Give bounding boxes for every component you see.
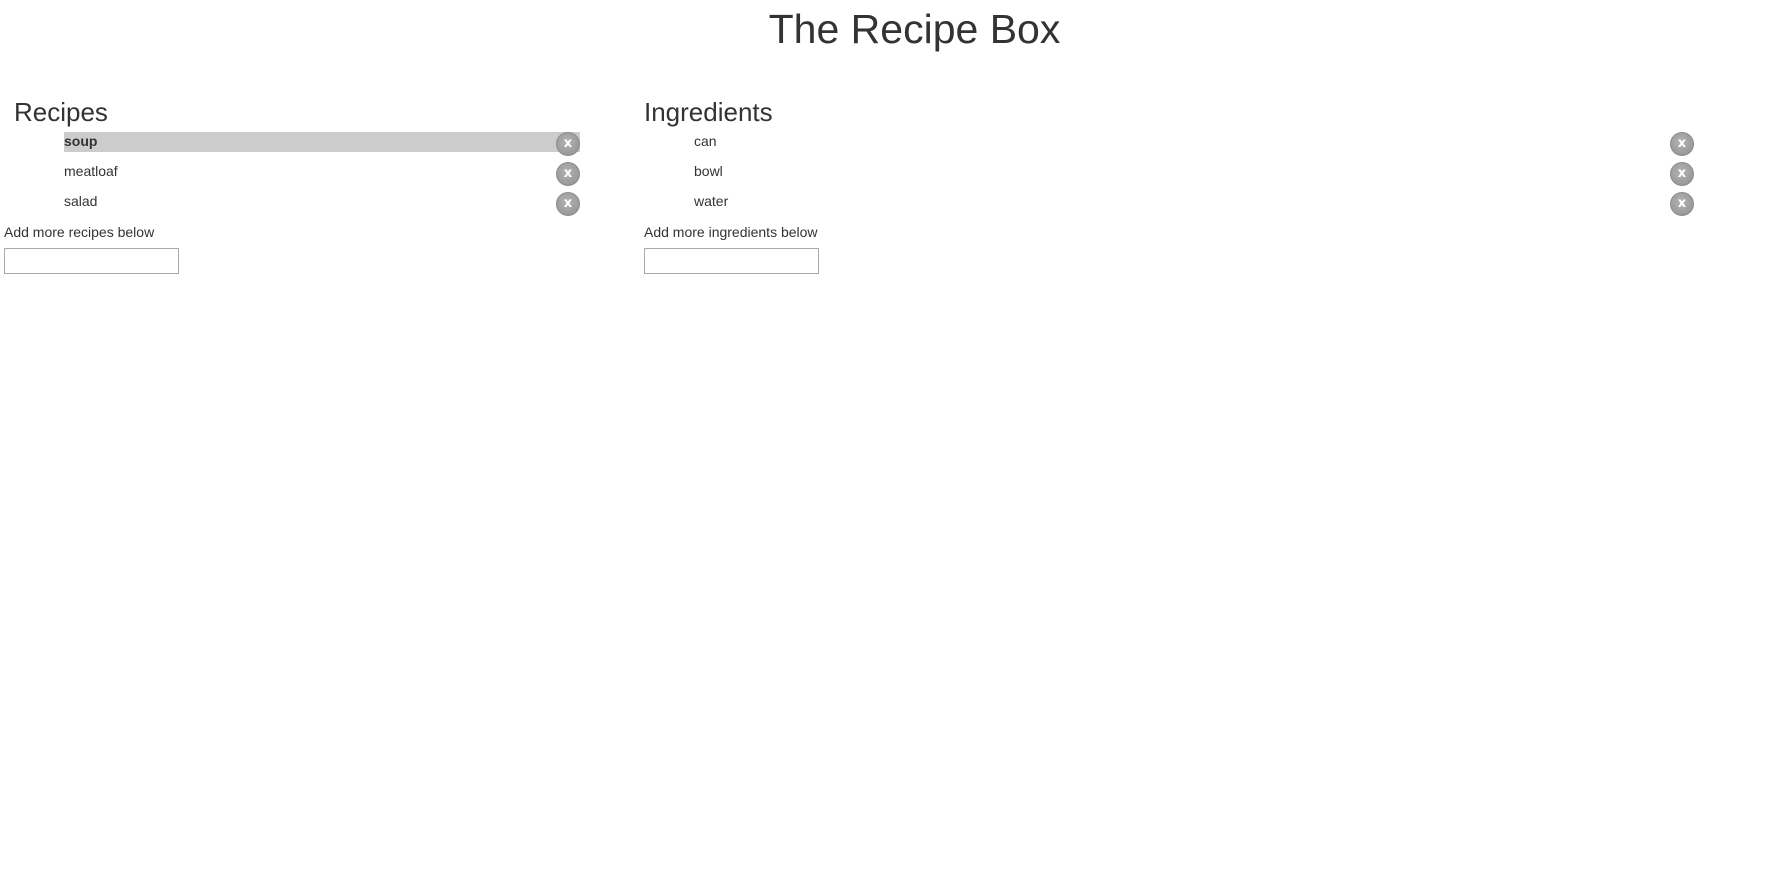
ingredient-item-water[interactable]: water x <box>644 190 1694 220</box>
remove-recipe-button[interactable]: x <box>556 132 580 156</box>
recipe-list: soup x meatloaf x salad x <box>0 130 580 220</box>
remove-ingredient-button[interactable]: x <box>1670 132 1694 156</box>
add-recipe-input[interactable] <box>4 248 179 274</box>
ingredient-item-can[interactable]: can x <box>644 130 1694 160</box>
ingredient-list: can x bowl x water x <box>644 130 1694 220</box>
recipe-item-label[interactable]: soup <box>64 132 580 152</box>
add-ingredient-label: Add more ingredients below <box>644 224 818 240</box>
ingredient-item-label[interactable]: can <box>694 132 1694 152</box>
ingredient-item-label[interactable]: water <box>694 192 1694 212</box>
recipe-item-soup[interactable]: soup x <box>0 130 580 160</box>
ingredients-heading: Ingredients <box>644 97 773 127</box>
recipe-item-label[interactable]: salad <box>64 192 580 212</box>
remove-recipe-button[interactable]: x <box>556 192 580 216</box>
recipe-item-label[interactable]: meatloaf <box>64 162 580 182</box>
remove-ingredient-button[interactable]: x <box>1670 192 1694 216</box>
recipes-panel: Recipes soup x meatloaf x salad x Add mo… <box>0 94 580 274</box>
remove-ingredient-button[interactable]: x <box>1670 162 1694 186</box>
ingredient-item-label[interactable]: bowl <box>694 162 1694 182</box>
remove-recipe-button[interactable]: x <box>556 162 580 186</box>
recipe-box-page: The Recipe Box Recipes soup x meatloaf x… <box>0 0 1770 883</box>
page-title: The Recipe Box <box>768 6 1061 52</box>
recipe-item-meatloaf[interactable]: meatloaf x <box>0 160 580 190</box>
ingredients-panel: Ingredients can x bowl x water x Add mor… <box>644 94 1694 274</box>
add-ingredient-input[interactable] <box>644 248 819 274</box>
add-recipe-label: Add more recipes below <box>4 224 155 240</box>
ingredient-item-bowl[interactable]: bowl x <box>644 160 1694 190</box>
recipe-item-salad[interactable]: salad x <box>0 190 580 220</box>
recipes-heading: Recipes <box>14 97 108 127</box>
